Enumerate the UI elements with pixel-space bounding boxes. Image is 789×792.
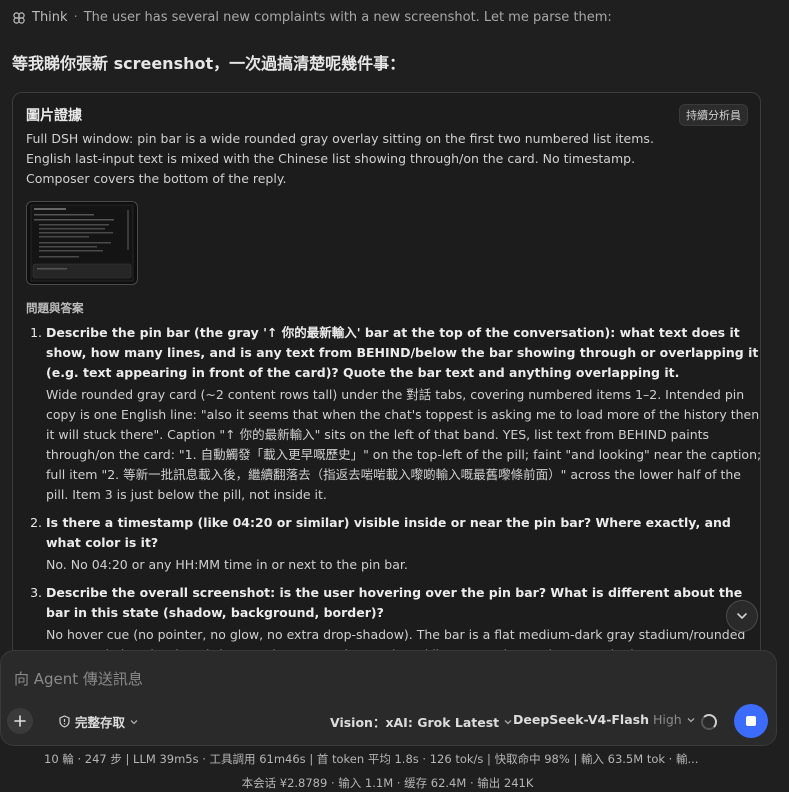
access-mode-dropdown[interactable]: 完整存取 xyxy=(58,712,139,731)
vision-model-label: Vision：xAI: Grok Latest xyxy=(330,715,500,730)
qa-question: Describe the pin bar (the gray '↑ 你的最新輸入… xyxy=(46,325,759,380)
think-header[interactable]: Think · The user has several new complai… xyxy=(12,10,612,25)
qa-answer: Wide rounded gray card (~2 content rows … xyxy=(46,387,761,502)
evidence-card: 圖片證據 持續分析員 Full DSH window: pin bar is a… xyxy=(12,92,761,664)
qa-item: Is there a timestamp (like 04:20 or simi… xyxy=(46,513,760,575)
session-stats: 10 輪 · 247 步 | LLM 39m5s · 工具調用 61m46s |… xyxy=(44,752,699,766)
qa-list: Describe the pin bar (the gray '↑ 你的最新輸入… xyxy=(26,323,761,663)
qa-item: Describe the pin bar (the gray '↑ 你的最新輸入… xyxy=(46,323,761,505)
access-mode-label: 完整存取 xyxy=(75,715,126,730)
chevron-down-icon xyxy=(130,719,138,724)
qa-section-label: 問題與答案 xyxy=(26,301,84,315)
stop-button[interactable] xyxy=(734,704,768,738)
thumbnail-preview xyxy=(30,204,134,282)
think-label: Think xyxy=(32,10,68,25)
status-badge: 持續分析員 xyxy=(679,104,748,126)
shield-icon xyxy=(59,715,70,728)
add-attachment-button[interactable] xyxy=(7,708,33,734)
spinner-icon xyxy=(701,714,717,730)
chevron-down-icon xyxy=(737,613,747,619)
card-description: Full DSH window: pin bar is a wide round… xyxy=(26,131,654,186)
effort-label: High xyxy=(653,712,682,727)
composer: 向 Agent 傳送訊息 完整存取 Vision：xAI: Grok Lates… xyxy=(0,650,777,746)
qa-answer: No. No 04:20 or any HH:MM time in or nex… xyxy=(46,557,408,572)
model-label: DeepSeek-V4-Flash xyxy=(513,712,649,727)
think-text: The user has several new complaints with… xyxy=(83,10,612,25)
plus-icon xyxy=(14,715,26,727)
model-dropdown[interactable]: DeepSeek-V4-Flash High xyxy=(513,712,696,727)
scroll-to-bottom-button[interactable] xyxy=(726,600,758,632)
think-icon xyxy=(13,11,25,24)
composer-toolbar: 完整存取 Vision：xAI: Grok Latest DeepSeek-V4… xyxy=(1,704,776,738)
reply-heading: 等我睇你張新 screenshot，一次過搞清楚呢幾件事： xyxy=(12,54,406,73)
screenshot-thumbnail[interactable] xyxy=(26,201,138,285)
message-input[interactable]: 向 Agent 傳送訊息 xyxy=(14,668,143,689)
chevron-down-icon xyxy=(687,717,695,722)
qa-question: Describe the overall screenshot: is the … xyxy=(46,585,743,620)
qa-question: Is there a timestamp (like 04:20 or simi… xyxy=(46,515,731,550)
vision-model-dropdown[interactable]: Vision：xAI: Grok Latest xyxy=(330,712,513,731)
chevron-down-icon xyxy=(504,719,512,724)
think-separator: · xyxy=(73,10,78,25)
session-cost: 本会话 ¥2.8789 · 输入 1.1M · 缓存 62.4M · 输出 24… xyxy=(241,776,534,790)
card-title: 圖片證據 xyxy=(26,108,82,124)
stop-icon xyxy=(746,716,756,726)
